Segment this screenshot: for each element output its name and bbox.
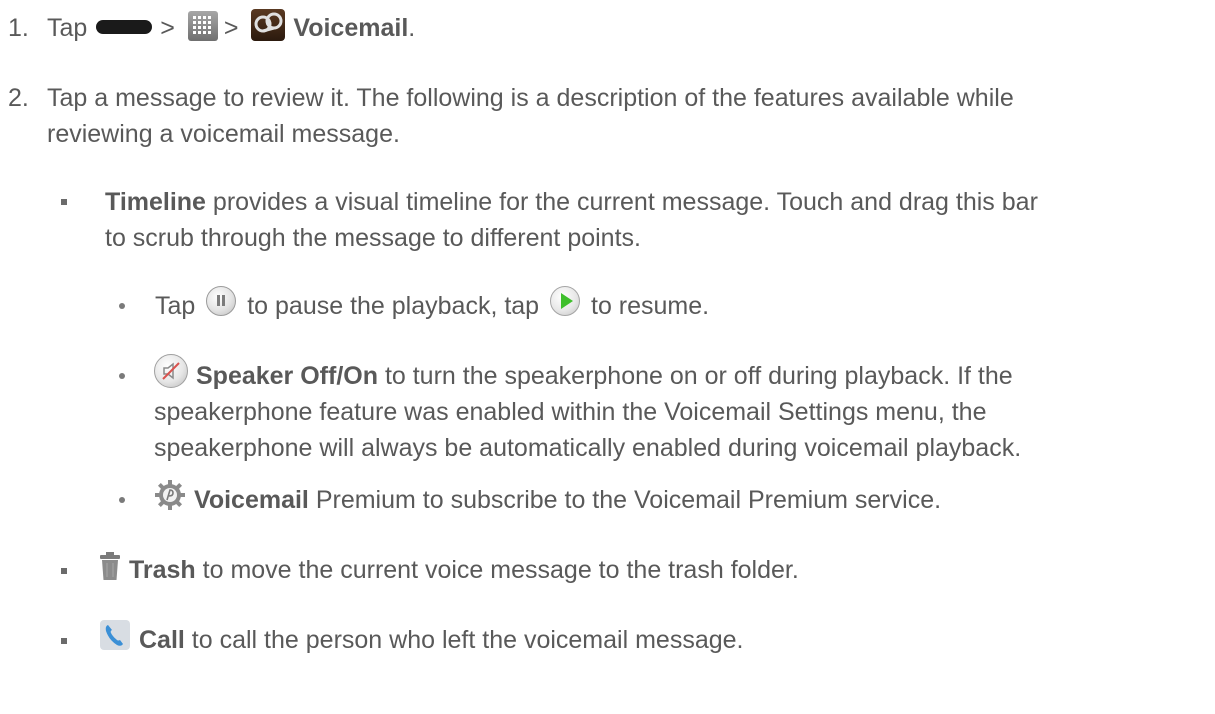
step-1-separator-2: > [223, 14, 239, 42]
document-page: { "step1": { "number": "1.", "tap": "Tap… [0, 0, 1215, 714]
call-line: Call to call the person who left the voi… [99, 619, 744, 658]
round-bullet [119, 303, 125, 309]
premium-desc: Premium to subscribe to the Voicemail Pr… [308, 486, 942, 514]
step-number-2: 2. [8, 84, 29, 112]
square-bullet [61, 199, 67, 205]
step-1-tap: Tap [47, 14, 88, 42]
step-number-1: 1. [8, 14, 29, 42]
call-title: Call [139, 626, 185, 654]
timeline-title: Timeline [105, 188, 206, 216]
pause-icon [206, 286, 237, 317]
pause-play-mid: to pause the playback, tap [247, 292, 540, 320]
voicemail-premium-icon [154, 479, 186, 511]
call-icon [99, 619, 131, 651]
speaker-line-1: Speaker Off/On to turn the speakerphone … [154, 354, 1013, 394]
step-2-line-2: reviewing a voicemail message. [47, 120, 400, 148]
premium-title: Voicemail [194, 486, 309, 514]
home-key-icon [96, 20, 153, 35]
step-1-period: . [408, 14, 416, 42]
speaker-desc: to turn the speakerphone on or off durin… [378, 362, 1013, 390]
speaker-line-3: speakerphone will always be automaticall… [154, 434, 1022, 462]
premium-line: Voicemail Premium to subscribe to the Vo… [154, 479, 942, 518]
trash-desc: to move the current voice message to the… [195, 556, 799, 584]
trash-title: Trash [129, 556, 196, 584]
step-1-text: Tap > > Voicemail. [47, 9, 416, 46]
round-bullet [119, 497, 125, 503]
square-bullet [61, 568, 67, 574]
round-bullet [119, 373, 125, 379]
speaker-line-2: speakerphone feature was enabled within … [154, 398, 987, 426]
call-desc: to call the person who left the voicemai… [184, 626, 744, 654]
pause-play-line: Tap to pause the playback, tap to resume… [155, 286, 710, 324]
step-2-line-1: Tap a message to review it. The followin… [47, 84, 1014, 112]
step-1-separator-1: > [160, 14, 175, 42]
pause-play-end: to resume. [591, 292, 710, 320]
square-bullet [61, 638, 67, 644]
play-icon [550, 286, 581, 317]
timeline-line-2: to scrub through the message to differen… [105, 224, 641, 252]
trash-line: Trash to move the current voice message … [99, 552, 799, 588]
pause-play-tap: Tap [155, 292, 196, 320]
timeline-desc: provides a visual timeline for the curre… [205, 188, 1038, 216]
timeline-line-1: Timeline provides a visual timeline for … [105, 184, 1038, 220]
trash-icon [99, 551, 121, 581]
apps-grid-icon [187, 11, 218, 42]
step-1-voicemail-label: Voicemail [293, 14, 409, 42]
speaker-off-icon [154, 354, 188, 389]
speaker-title: Speaker Off/On [196, 362, 378, 390]
voicemail-app-icon [251, 9, 286, 42]
